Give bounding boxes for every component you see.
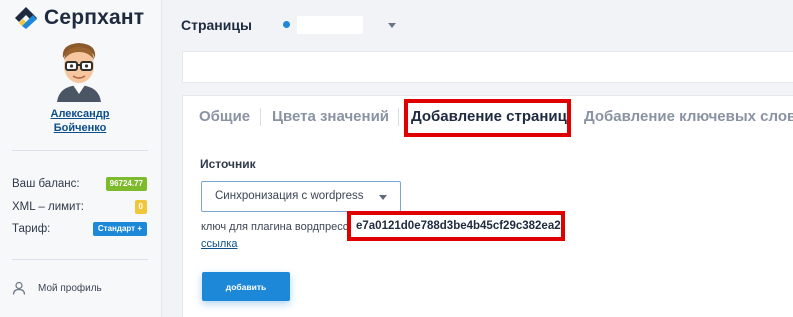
avatar[interactable] [49, 38, 109, 102]
sidebar-item-label: Мой профиль [38, 282, 102, 294]
sidebar-item-profile[interactable]: Мой профиль [12, 281, 102, 295]
logo[interactable]: Серпхант [14, 6, 144, 30]
chevron-down-icon [379, 195, 387, 200]
brand-logo-icon [15, 7, 37, 29]
balance-badge[interactable]: 96724.77 [105, 177, 147, 191]
brand-name: Серпхант [44, 6, 145, 29]
sidebar-divider [12, 259, 148, 260]
highlight-frame [347, 211, 565, 241]
tab-general[interactable]: Общие [199, 108, 250, 125]
tariff-badge[interactable]: Стандарт + [92, 222, 147, 236]
tariff-label: Тариф: [12, 223, 51, 235]
tab-divider [398, 108, 399, 126]
xml-limit-badge[interactable]: 0 [134, 200, 147, 214]
source-select[interactable]: Синхронизация с wordpress [201, 181, 401, 212]
plugin-key-label: ключ для плагина вордпресс [201, 221, 349, 233]
plugin-link[interactable]: ссылка [201, 238, 238, 250]
source-label: Источник [200, 157, 256, 171]
user-last-name[interactable]: Бойченко [0, 121, 160, 135]
toolbar-panel [182, 51, 793, 83]
balance-row: Ваш баланс: 96724.77 [12, 176, 147, 192]
chevron-down-icon[interactable] [388, 23, 396, 28]
highlight-frame [404, 99, 571, 137]
tab-value-colors[interactable]: Цвета значений [272, 108, 389, 125]
add-button[interactable]: добавить [202, 272, 290, 301]
site-status-dot [283, 21, 290, 28]
user-icon [12, 281, 26, 295]
tab-add-keywords[interactable]: Добавление ключевых слов [584, 108, 793, 125]
site-selector[interactable] [297, 16, 363, 34]
source-select-value: Синхронизация с wordpress [215, 190, 364, 202]
tab-divider [260, 108, 261, 126]
tariff-row: Тариф: Стандарт + [12, 221, 147, 237]
main-area: Страницы [163, 0, 793, 317]
xml-limit-label: XML – лимит: [12, 201, 84, 213]
balance-label: Ваш баланс: [12, 178, 80, 190]
xml-limit-row: XML – лимит: 0 [12, 199, 147, 215]
user-first-name[interactable]: Александр [0, 107, 160, 121]
sidebar-divider [12, 150, 148, 151]
page-title: Страницы [181, 17, 252, 33]
sidebar: Серпхант Александр Бойченко Ваш баланс: … [0, 0, 162, 317]
